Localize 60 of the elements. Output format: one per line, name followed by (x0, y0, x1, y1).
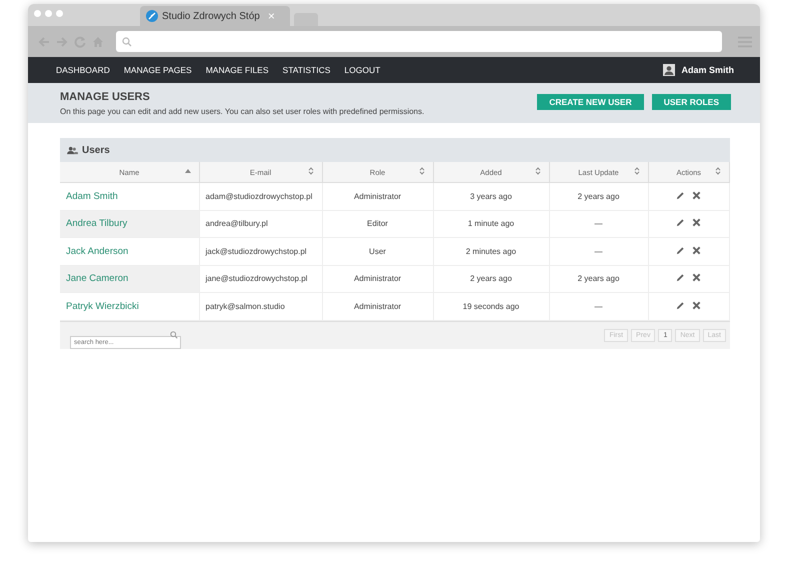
delete-icon[interactable] (692, 246, 702, 255)
table-cell: 1 minute ago (433, 210, 549, 238)
panel-title: Users (82, 144, 110, 156)
search-icon (122, 36, 132, 46)
page-description: On this page you can edit and add new users. You can also set user roles with predefined permissions. (60, 106, 426, 116)
table-cell: Editor (322, 210, 433, 238)
delete-icon[interactable] (692, 190, 702, 200)
search-icon (170, 330, 178, 338)
delete-icon[interactable] (692, 218, 702, 228)
table-cell: 19 seconds ago (433, 292, 549, 320)
user-name[interactable]: Adam Smith (681, 65, 734, 75)
sort-ascending-icon (184, 167, 190, 175)
page-title: MANAGE USERS (60, 90, 151, 102)
user-roles-button[interactable]: USER ROLES (652, 94, 731, 110)
users-icon (67, 146, 78, 154)
table-cell: 3 years ago (433, 182, 549, 210)
table-cell: adam@studiozdrowychstop.pl (199, 182, 322, 210)
table-cell: patryk@salmon.studio (199, 292, 322, 320)
nav-link[interactable]: MANAGE PAGES (124, 65, 192, 75)
tab-title: Studio Zdrowych Stóp (162, 10, 260, 22)
table-cell: Administrator (322, 265, 433, 292)
user-name-link[interactable]: Jack Anderson (66, 246, 128, 257)
avatar-icon (663, 64, 676, 76)
delete-icon[interactable] (692, 300, 702, 310)
feather-icon (146, 10, 158, 22)
nav-link[interactable]: LOGOUT (344, 65, 380, 75)
sort-icon (308, 167, 314, 175)
user-name-link[interactable]: Patryk Wierzbicki (66, 300, 139, 312)
nav-link[interactable]: MANAGE FILES (206, 65, 269, 75)
table-cell: 2 years ago (549, 182, 648, 210)
pencil-icon[interactable] (676, 300, 686, 310)
table-cell: 2 years ago (433, 265, 549, 292)
table-cell: — (549, 210, 648, 238)
user-name-link[interactable]: Adam Smith (66, 190, 118, 202)
table-cell: 2 minutes ago (433, 238, 549, 265)
table-cell: User (322, 238, 433, 265)
sort-icon (418, 167, 424, 175)
pencil-icon[interactable] (676, 190, 686, 200)
create-user-button[interactable]: CREATE NEW USER (537, 94, 644, 110)
table-cell: andrea@tilbury.pl (199, 210, 322, 238)
browser-tab[interactable]: Studio Zdrowych Stóp × (140, 6, 290, 26)
delete-icon[interactable] (692, 273, 702, 282)
nav-link[interactable]: STATISTICS (282, 65, 330, 75)
sort-icon (715, 167, 721, 175)
pencil-icon[interactable] (676, 273, 686, 282)
sort-icon (634, 167, 640, 175)
pencil-icon[interactable] (676, 218, 686, 228)
table-cell: — (549, 238, 648, 265)
table-cell: Administrator (322, 292, 433, 320)
address-field[interactable] (116, 31, 722, 52)
table-cell: jack@studiozdrowychstop.pl (199, 238, 322, 265)
table-cell: jane@studiozdrowychstop.pl (199, 265, 322, 292)
table-cell: — (549, 292, 648, 320)
sort-icon (534, 167, 540, 175)
nav-link[interactable]: DASHBOARD (56, 65, 110, 75)
table-cell: Administrator (322, 182, 433, 210)
pencil-icon[interactable] (676, 246, 686, 255)
user-name-link[interactable]: Andrea Tilbury (66, 218, 128, 230)
user-name-link[interactable]: Jane Cameron (66, 273, 128, 284)
table-cell: 2 years ago (549, 265, 648, 292)
